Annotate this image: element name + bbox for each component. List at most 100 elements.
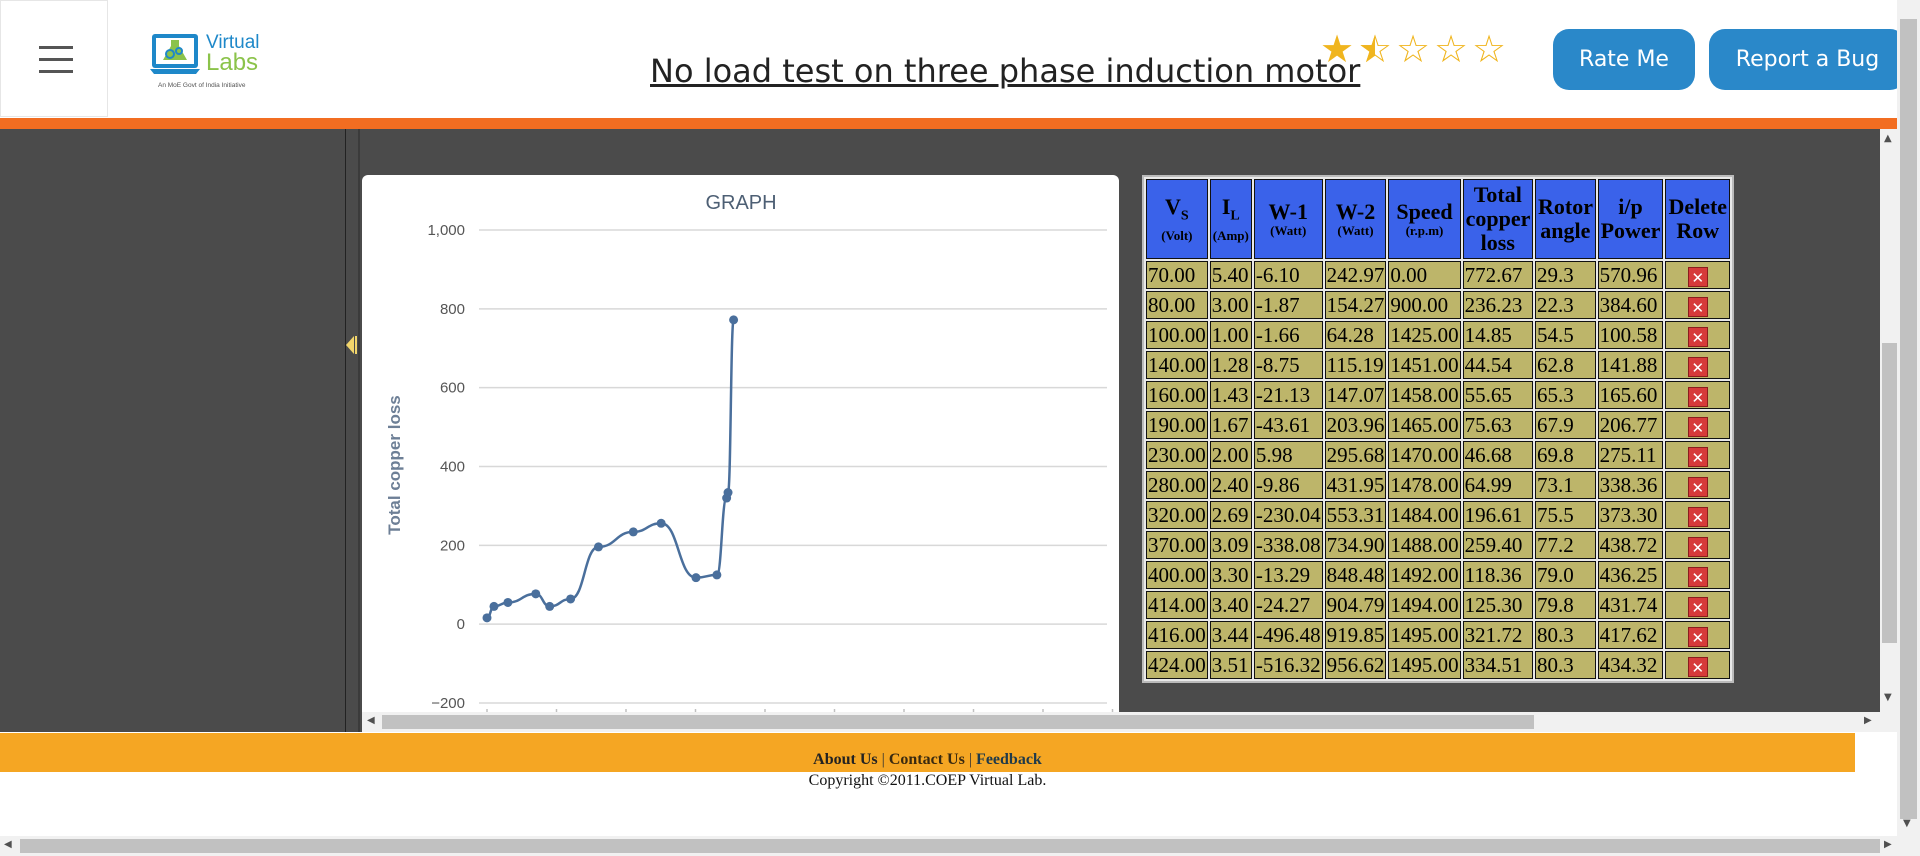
table-cell: 3.00 [1209,291,1252,319]
data-point[interactable] [545,601,555,611]
table-cell: 1492.00 [1388,561,1461,589]
close-icon[interactable]: ✕ [1687,447,1708,468]
table-cell: 434.32 [1597,651,1664,679]
table-cell: 3.09 [1209,531,1252,559]
y-tick-label: 200 [440,537,465,554]
data-point[interactable] [593,542,603,552]
close-icon[interactable]: ✕ [1687,627,1708,648]
table-cell: 206.77 [1597,411,1664,439]
star-outline-icon[interactable]: ☆ [1396,30,1430,70]
scroll-down-icon[interactable]: ▼ [1884,692,1892,703]
table-cell: 1470.00 [1388,441,1461,469]
left-side-panel [0,129,346,732]
table-header-row: VS (Volt) IL (Amp) W-1 (Watt) W-2 (Watt) Spe… [1146,179,1731,259]
table-row: 280.00 2.40 -9.86 431.95 1478.00 64.99 73.1 338… [1146,471,1731,499]
page-scroll-left-icon[interactable]: ◀ [4,839,12,850]
table-cell: 75.5 [1534,501,1596,529]
virtual-labs-logo[interactable]: Virtual Labs An MoE Govt of India Initia… [150,24,280,94]
data-point[interactable] [482,613,492,623]
about-us-link[interactable]: About Us [813,751,877,768]
close-icon[interactable]: ✕ [1687,327,1708,348]
table-cell: 956.62 [1324,651,1387,679]
data-point[interactable] [656,518,666,528]
table-cell: 165.60 [1597,381,1664,409]
page-vertical-scroll-thumb[interactable] [1900,19,1917,819]
rate-me-button[interactable]: Rate Me [1553,29,1695,90]
report-bug-button[interactable]: Report a Bug [1709,29,1906,90]
table-cell: 154.27 [1324,291,1387,319]
delete-row-cell: ✕ [1665,591,1731,619]
close-icon[interactable]: ✕ [1687,507,1708,528]
close-icon[interactable]: ✕ [1687,657,1708,678]
table-cell: 438.72 [1597,531,1664,559]
close-icon[interactable]: ✕ [1687,267,1708,288]
page-horizontal-scroll-thumb[interactable] [20,839,1880,853]
table-cell: 80.3 [1534,651,1596,679]
data-point[interactable] [628,527,638,537]
contact-us-link[interactable]: Contact Us [889,751,965,768]
table-cell: 553.31 [1324,501,1387,529]
hamburger-icon-bar [39,58,73,61]
delete-row-cell: ✕ [1665,351,1731,379]
close-icon[interactable]: ✕ [1687,357,1708,378]
data-point[interactable] [723,488,733,498]
page-scroll-right-icon[interactable]: ▶ [1884,839,1892,850]
table-cell: 3.30 [1209,561,1252,589]
close-icon[interactable]: ✕ [1687,567,1708,588]
table-cell: 79.0 [1534,561,1596,589]
data-point[interactable] [566,594,576,604]
half-star-icon[interactable]: ☆★ [1358,30,1392,70]
page-scroll-down-icon[interactable]: ▼ [1903,818,1911,829]
col-header-vs: VS (Volt) [1146,179,1208,259]
collapse-arrow-icon[interactable] [344,334,358,356]
table-cell: 160.00 [1146,381,1208,409]
scroll-up-icon[interactable]: ▲ [1884,133,1892,144]
table-cell: 772.67 [1462,261,1533,289]
close-icon[interactable]: ✕ [1687,597,1708,618]
star-outline-icon[interactable]: ☆ [1472,30,1506,70]
header-divider [0,118,1920,129]
data-point[interactable] [729,315,739,325]
chart-title: GRAPH [705,192,776,214]
table-row: 160.00 1.43 -21.13 147.07 1458.00 55.65 65.3 16… [1146,381,1731,409]
close-icon[interactable]: ✕ [1687,537,1708,558]
table-cell: 100.58 [1597,321,1664,349]
table-cell: -1.87 [1253,291,1323,319]
table-cell: -24.27 [1253,591,1323,619]
hamburger-menu-button[interactable] [0,0,108,117]
scroll-right-icon[interactable]: ▶ [1864,715,1872,726]
col-header-ip-power: i/p Power [1597,179,1664,259]
table-cell: -43.61 [1253,411,1323,439]
star-outline-icon[interactable]: ☆ [1434,30,1468,70]
table-cell: 5.40 [1209,261,1252,289]
table-cell: 3.51 [1209,651,1252,679]
close-icon[interactable]: ✕ [1687,297,1708,318]
data-point[interactable] [712,570,722,580]
star-icon[interactable]: ★ [1320,30,1354,70]
data-point[interactable] [503,597,513,607]
table-cell: 280.00 [1146,471,1208,499]
inner-horizontal-scroll-thumb[interactable] [382,715,1534,729]
close-icon[interactable]: ✕ [1687,387,1708,408]
table-cell: 65.3 [1534,381,1596,409]
delete-row-cell: ✕ [1665,531,1731,559]
table-cell: 77.2 [1534,531,1596,559]
close-icon[interactable]: ✕ [1687,477,1708,498]
table-cell: 2.40 [1209,471,1252,499]
table-cell: -8.75 [1253,351,1323,379]
data-point[interactable] [489,601,499,611]
table-cell: 1465.00 [1388,411,1461,439]
table-cell: 424.00 [1146,651,1208,679]
data-point[interactable] [691,573,701,583]
close-icon[interactable]: ✕ [1687,417,1708,438]
inner-vertical-scroll-thumb[interactable] [1882,343,1898,643]
feedback-link[interactable]: Feedback [976,751,1042,768]
table-cell: 125.30 [1462,591,1533,619]
y-tick-label: 0 [457,616,465,633]
scroll-left-icon[interactable]: ◀ [367,715,375,726]
table-row: 140.00 1.28 -8.75 115.19 1451.00 44.54 62.8 141… [1146,351,1731,379]
footer-links: About Us | Contact Us | Feedback [0,751,1855,769]
data-point[interactable] [531,589,541,599]
table-cell: 848.48 [1324,561,1387,589]
table-cell: 5.98 [1253,441,1323,469]
